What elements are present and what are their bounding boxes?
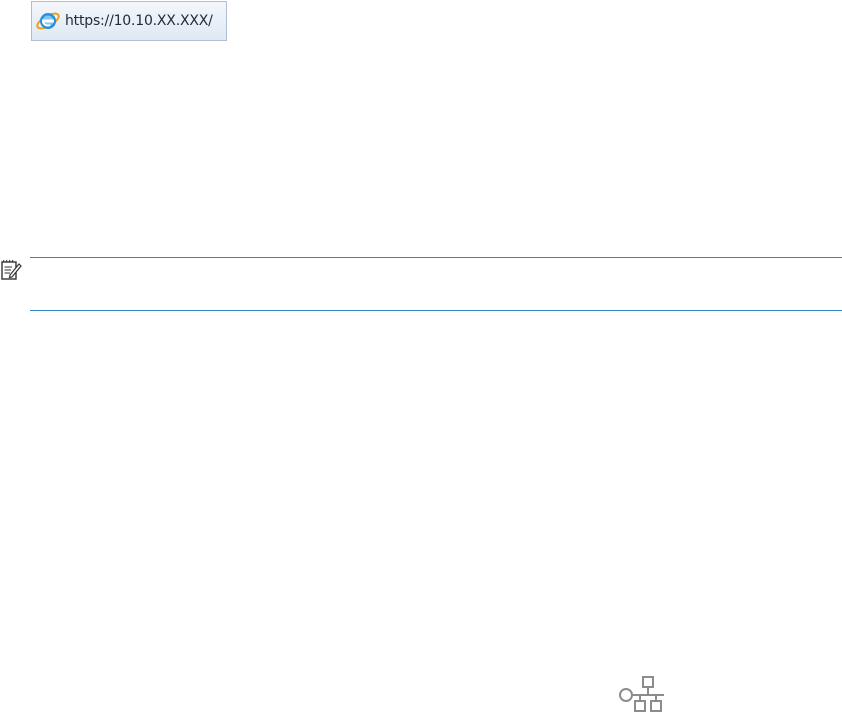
note-bottom-divider [30,310,842,311]
note-top-divider [30,257,842,258]
url-text: https://10.10.XX.XXX/ [65,13,213,29]
network-icon [619,676,664,712]
internet-explorer-icon [36,12,60,30]
address-bar[interactable]: https://10.10.XX.XXX/ [31,1,227,41]
note-icon [1,259,22,280]
